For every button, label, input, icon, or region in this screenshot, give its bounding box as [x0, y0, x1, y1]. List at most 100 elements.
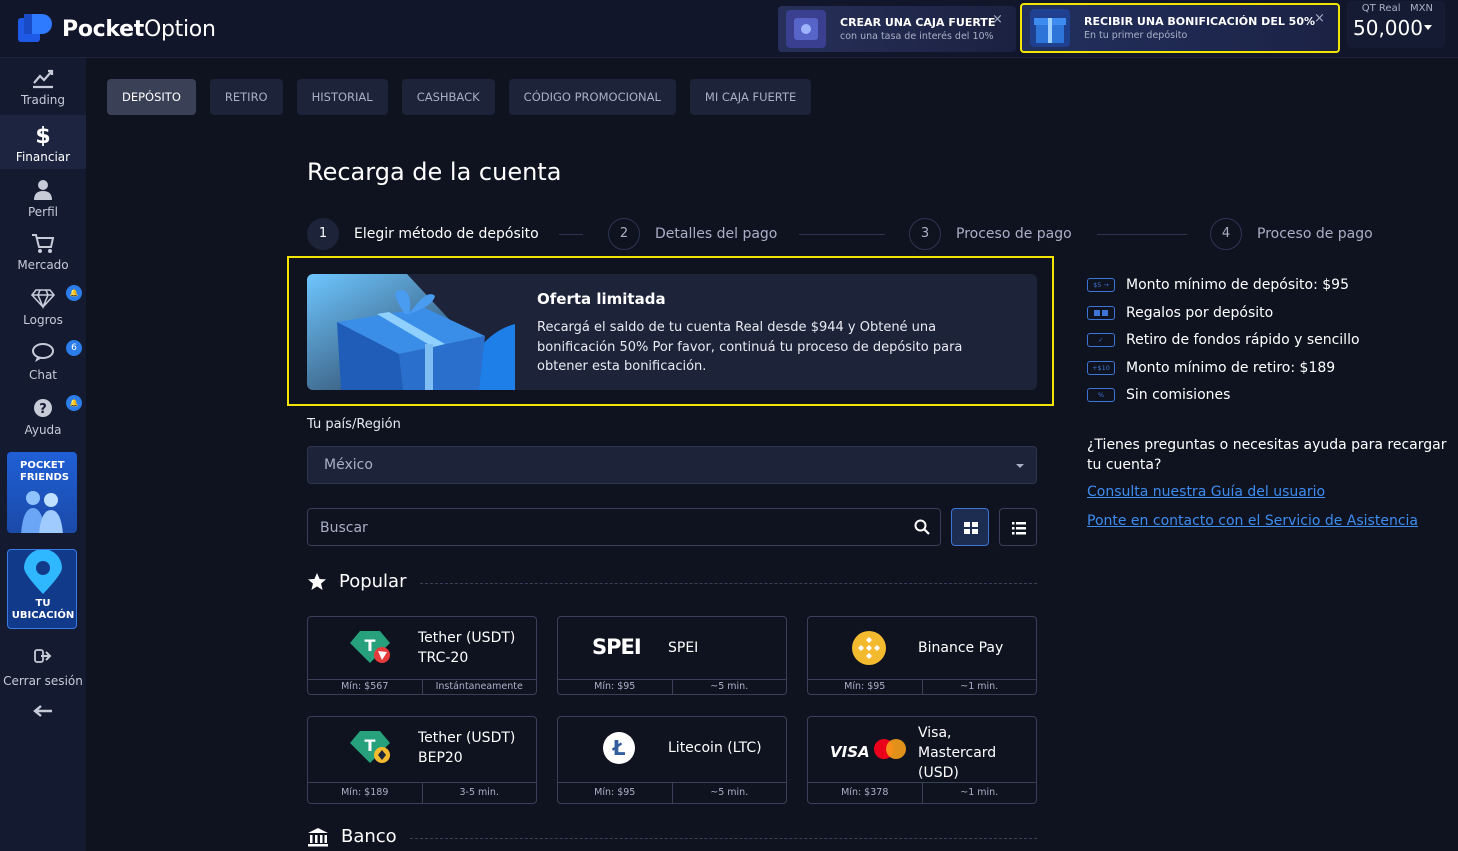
collapse-arrow-icon[interactable]	[33, 704, 53, 718]
tether-trc20-logo-icon: T	[350, 631, 390, 663]
method-time: Instántaneamente	[435, 681, 523, 692]
step-1: 1 Elegir método de depósito	[307, 218, 539, 250]
sidebar-item-trading[interactable]: Trading	[0, 58, 86, 112]
section-divider	[410, 838, 1037, 839]
notification-badge: 🔔	[66, 285, 82, 301]
diamond-icon	[31, 289, 55, 309]
cart-icon	[32, 234, 55, 253]
promo-bonus-title: RECIBIR UNA BONIFICACIÓN DEL 50%	[1084, 15, 1315, 28]
close-icon[interactable]: ×	[992, 12, 1003, 27]
check-icon: ✓	[1087, 333, 1115, 347]
promo-safe-subtitle: con una tasa de interés del 10%	[840, 31, 994, 42]
list-view-button[interactable]	[999, 508, 1037, 546]
sidebar-item-logros[interactable]: Logros 🔔	[0, 278, 86, 332]
page-title: Recarga de la cuenta	[307, 158, 562, 186]
support-contact-link[interactable]: Ponte en contacto con el Servicio de Asi…	[1087, 513, 1418, 529]
brand-name: PocketOption	[62, 16, 216, 42]
svg-text:T: T	[365, 636, 376, 655]
method-name: Litecoin (LTC)	[668, 740, 762, 756]
min-withdrawal-icon: +$10	[1087, 361, 1115, 375]
chart-icon	[33, 69, 54, 89]
top-header: PocketOption CREAR UNA CAJA FUERTE con u…	[0, 0, 1458, 58]
method-binance-pay[interactable]: Binance Pay Mín: $95 ~1 min.	[807, 616, 1037, 695]
tether-bep20-logo-icon: T	[350, 731, 390, 763]
list-icon	[1012, 522, 1026, 535]
method-min: Mín: $95	[558, 680, 673, 694]
method-spei[interactable]: SPEI SPEI Mín: $95 ~5 min.	[557, 616, 787, 695]
pocket-option-logo-icon	[18, 14, 52, 42]
section-divider	[420, 583, 1037, 584]
sidebar-item-mercado[interactable]: Mercado	[0, 223, 86, 277]
binance-logo-icon	[852, 631, 886, 665]
close-icon[interactable]: ×	[1314, 11, 1325, 26]
unread-count-badge: 6	[66, 340, 82, 356]
dollar-icon: $	[35, 124, 50, 146]
min-deposit-icon: $5 →	[1087, 278, 1115, 292]
country-select[interactable]: México	[307, 446, 1037, 484]
method-time: ~5 min.	[710, 681, 749, 692]
logout-icon	[34, 649, 52, 663]
method-name: Tether (USDT) BEP20	[418, 730, 516, 766]
user-guide-link[interactable]: Consulta nuestra Guía del usuario	[1087, 484, 1325, 500]
tab-mi-caja-fuerte[interactable]: MI CAJA FUERTE	[689, 79, 812, 115]
promo-safe-title: CREAR UNA CAJA FUERTE	[840, 16, 996, 29]
country-value: México	[324, 457, 373, 473]
brand-logo[interactable]: PocketOption	[16, 12, 216, 46]
spei-logo: SPEI	[592, 635, 642, 659]
info-min-withdrawal: +$10 Monto mínimo de retiro: $189	[1087, 360, 1335, 376]
svg-text:?: ?	[39, 402, 47, 417]
chat-icon	[32, 343, 54, 362]
offer-description: Recargá el saldo de tu cuenta Real desde…	[537, 320, 963, 374]
grid-icon	[964, 522, 978, 534]
method-tether-bep20[interactable]: T Tether (USDT) BEP20 Mín: $189 3-5 min.	[307, 716, 537, 804]
promo-bonus[interactable]: RECIBIR UNA BONIFICACIÓN DEL 50% En tu p…	[1020, 3, 1340, 53]
pocket-friends-card[interactable]: POCKET FRIENDS	[7, 452, 77, 533]
friends-illustration-icon	[21, 491, 63, 533]
svg-text:T: T	[365, 736, 376, 755]
method-time: ~5 min.	[710, 787, 749, 798]
country-label: Tu país/Región	[307, 417, 401, 432]
method-name: Visa, Mastercard (USD)	[918, 725, 997, 781]
tab-deposito[interactable]: DEPÓSITO	[107, 79, 196, 115]
step-divider	[1097, 234, 1187, 235]
chevron-down-icon	[1016, 464, 1024, 468]
help-question: ¿Tienes preguntas o necesitas ayuda para…	[1087, 437, 1447, 473]
safe-box-icon	[786, 10, 826, 48]
step-4: 4 Proceso de pago	[1210, 218, 1373, 250]
promo-bonus-subtitle: En tu primer depósito	[1084, 30, 1188, 41]
method-litecoin[interactable]: Ł Litecoin (LTC) Mín: $95 ~5 min.	[557, 716, 787, 804]
balance-value: 50,000	[1353, 16, 1423, 40]
method-name: Binance Pay	[918, 640, 1004, 656]
promo-safe-box[interactable]: CREAR UNA CAJA FUERTE con una tasa de in…	[778, 6, 1016, 52]
visa-logo: VISA	[830, 743, 870, 761]
grid-view-button[interactable]	[951, 508, 989, 546]
finance-tabs: DEPÓSITO RETIRO HISTORIAL CASHBACK CÓDIG…	[107, 79, 812, 115]
gift-icon	[1087, 306, 1115, 320]
step-2: 2 Detalles del pago	[608, 218, 777, 250]
method-time: ~1 min.	[960, 787, 999, 798]
sidebar-item-ayuda[interactable]: ? Ayuda 🔔	[0, 388, 86, 442]
method-min: Mín: $95	[558, 783, 673, 803]
method-visa-mastercard[interactable]: VISA Visa, Mastercard (USD) Mín: $378 ~1…	[807, 716, 1037, 804]
bank-section-header: Banco	[307, 826, 397, 847]
search-icon[interactable]	[914, 519, 930, 535]
logout-button[interactable]: Cerrar sesión	[0, 648, 86, 688]
account-balance-selector[interactable]: QT Real MXN 50,000	[1347, 1, 1445, 48]
info-fast-withdrawal: ✓ Retiro de fondos rápido y sencillo	[1087, 332, 1360, 348]
mastercard-logo-icon	[874, 739, 906, 759]
method-tether-trc20[interactable]: T Tether (USDT) TRC-20 Mín: $567 Instánt…	[307, 616, 537, 695]
sidebar: Trading $ Financiar Perfil Mercado Logro…	[0, 58, 86, 851]
tab-cashback[interactable]: CASHBACK	[401, 79, 495, 115]
sidebar-item-chat[interactable]: Chat 6	[0, 333, 86, 387]
search-input[interactable]	[320, 518, 900, 538]
your-location-card[interactable]: TU UBICACIÓN	[7, 549, 77, 629]
limited-offer-banner[interactable]: Oferta limitada Recargá el saldo de tu c…	[307, 274, 1037, 390]
tab-historial[interactable]: HISTORIAL	[296, 79, 388, 115]
method-min: Mín: $189	[308, 783, 423, 803]
tab-retiro[interactable]: RETIRO	[209, 79, 283, 115]
tab-codigo-promocional[interactable]: CÓDIGO PROMOCIONAL	[508, 79, 676, 115]
method-min: Mín: $95	[808, 680, 923, 694]
sidebar-item-financiar[interactable]: $ Financiar	[0, 115, 86, 169]
sidebar-item-perfil[interactable]: Perfil	[0, 170, 86, 224]
offer-title: Oferta limitada	[537, 290, 666, 308]
